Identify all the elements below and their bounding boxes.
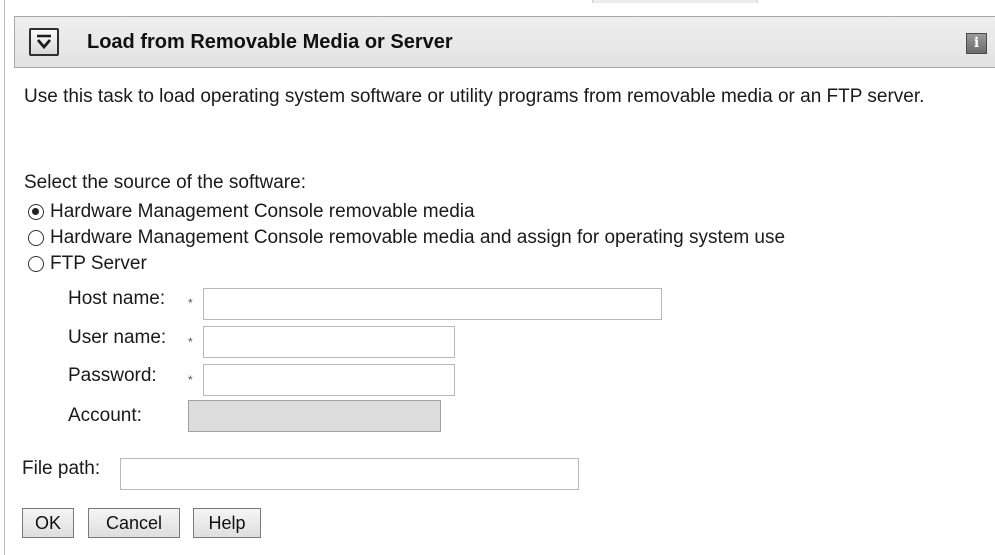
collapse-button[interactable] [29, 28, 59, 56]
file-path-label: File path: [22, 458, 101, 479]
source-label: Select the source of the software: [24, 172, 306, 193]
source-option-label: Hardware Management Console removable me… [50, 201, 475, 222]
source-option-label: FTP Server [50, 253, 147, 274]
help-button[interactable]: Help [193, 508, 261, 538]
account-field [188, 400, 441, 432]
cancel-button[interactable]: Cancel [88, 508, 180, 538]
radio-button[interactable] [28, 230, 44, 246]
collapse-chevron-icon [36, 34, 52, 50]
account-label: Account: [68, 405, 142, 426]
required-asterisk-icon: * [188, 335, 193, 349]
radio-button[interactable] [28, 256, 44, 272]
top-tab-edge [592, 0, 758, 3]
panel-left-border [4, 0, 5, 555]
required-asterisk-icon: * [188, 296, 193, 310]
user-name-label: User name: [68, 327, 167, 348]
ok-button[interactable]: OK [22, 508, 74, 538]
task-description: Use this task to load operating system s… [24, 86, 925, 107]
file-path-field[interactable] [120, 458, 579, 490]
password-field[interactable] [203, 364, 455, 396]
page-title: Load from Removable Media or Server [87, 31, 453, 53]
source-option-label: Hardware Management Console removable me… [50, 227, 786, 248]
source-option-ftp-server[interactable]: FTP Server [28, 252, 147, 276]
password-label: Password: [68, 365, 157, 386]
task-title-bar: Load from Removable Media or Server i [14, 16, 995, 68]
source-option-removable-media-assign[interactable]: Hardware Management Console removable me… [28, 226, 785, 250]
info-icon[interactable]: i [966, 33, 987, 54]
radio-button-selected[interactable] [28, 204, 44, 220]
host-name-field[interactable] [203, 288, 662, 320]
required-asterisk-icon: * [188, 373, 193, 387]
host-name-label: Host name: [68, 288, 166, 309]
source-option-removable-media[interactable]: Hardware Management Console removable me… [28, 200, 475, 224]
user-name-field[interactable] [203, 326, 455, 358]
